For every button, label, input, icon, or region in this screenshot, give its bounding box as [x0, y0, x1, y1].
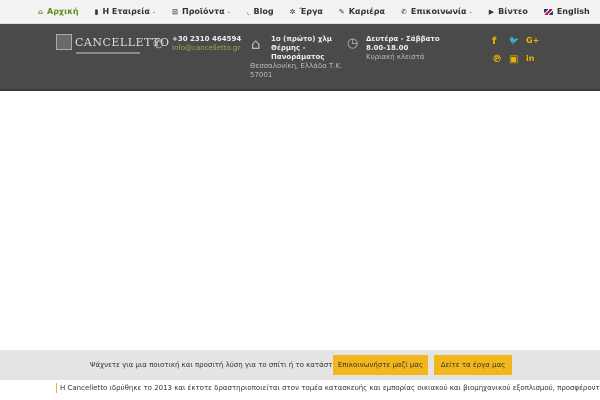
- address-line-4: Θεσσαλονίκη, Ελλάδα Τ.Κ.: [250, 62, 343, 70]
- nav-item-0[interactable]: ⌂ Αρχική: [30, 0, 87, 24]
- logo-mark-icon: [56, 34, 72, 50]
- linkedin-icon[interactable]: in: [526, 54, 534, 63]
- address-line-5: 57001: [250, 71, 273, 79]
- youtube-icon: ▶: [488, 7, 495, 16]
- hours-line-1: Δευτέρα - Σάββατο: [366, 35, 440, 43]
- book-icon: ▮: [94, 7, 99, 16]
- nav-item-label: English: [556, 7, 590, 16]
- nav-item-4[interactable]: ✲ Έργα: [282, 0, 331, 24]
- page: ⌂ Αρχική ▮ Η Εταιρεία ⌄ ⊡ Προϊόντα ⌄ ◟ Blog ✲ Έργα ✎…: [0, 0, 600, 400]
- nav-item-label: Έργα: [299, 7, 323, 16]
- nav-item-label: Προϊόντα: [182, 7, 225, 16]
- nav-item-label: Επικοινωνία: [410, 7, 467, 16]
- address-line-3: Πανοράματος: [271, 53, 325, 61]
- cta-text: Ψάχνετε για μια ποιοτική και προσιτή λύσ…: [90, 361, 364, 369]
- nav-item-7[interactable]: ▶ Βίντεο: [481, 0, 536, 24]
- pencil-icon: ✎: [338, 7, 345, 16]
- home-icon: ⌂: [251, 35, 261, 53]
- facebook-icon[interactable]: f: [492, 36, 496, 47]
- chevron-down-icon: ⌄: [226, 8, 231, 15]
- nav-item-label: Blog: [253, 7, 274, 16]
- gear-icon: ✲: [289, 7, 296, 16]
- logo-tagline-bar: [76, 52, 140, 54]
- contact-us-button[interactable]: Επικοινωνήστε μαζί μας: [333, 355, 428, 375]
- uk-flag-icon: [543, 8, 553, 15]
- pinterest-icon[interactable]: ℗: [492, 54, 502, 65]
- phone-icon: ✆: [153, 37, 164, 52]
- chevron-down-icon: ⌄: [468, 8, 473, 15]
- nav-item-1[interactable]: ▮ Η Εταιρεία ⌄: [87, 0, 165, 24]
- home-icon: ⌂: [38, 7, 44, 16]
- nav-item-8[interactable]: English: [536, 0, 598, 24]
- intro-paragraph: Η Cancelletto ιδρύθηκε το 2013 και έκτοτ…: [56, 383, 600, 393]
- google-plus-icon[interactable]: G+: [526, 36, 539, 45]
- rss-icon: ◟: [246, 7, 250, 16]
- top-navigation: ⌂ Αρχική ▮ Η Εταιρεία ⌄ ⊡ Προϊόντα ⌄ ◟ Blog ✲ Έργα ✎…: [0, 0, 600, 24]
- address-line-2: Θέρμης -: [271, 44, 306, 52]
- cart-icon: ⊡: [172, 7, 178, 16]
- nav-item-label: Η Εταιρεία: [102, 7, 150, 16]
- phone-icon: ✆: [400, 7, 407, 16]
- youtube-icon[interactable]: ▣: [509, 54, 518, 65]
- nav-item-label: Αρχική: [47, 7, 79, 16]
- hours-line-3: Κυριακή κλειστά: [366, 53, 425, 61]
- clock-icon: ◷: [347, 36, 359, 51]
- hours-line-2: 8.00-18.00: [366, 44, 409, 52]
- twitter-icon[interactable]: 🐦: [509, 36, 519, 45]
- view-projects-button[interactable]: Δείτε τα έργα μας: [434, 355, 512, 375]
- nav-item-6[interactable]: ✆ Επικοινωνία ⌄: [393, 0, 481, 24]
- header-email-link[interactable]: info@cancelletto.gr: [172, 44, 240, 53]
- nav-item-5[interactable]: ✎ Καριέρα: [331, 0, 393, 24]
- site-header: CANCELLETTO ✆ +30 2310 464594 info@cance…: [0, 24, 600, 91]
- nav-item-label: Βίντεο: [498, 7, 528, 16]
- chevron-down-icon: ⌄: [151, 8, 157, 15]
- nav-item-3[interactable]: ◟ Blog: [239, 0, 282, 24]
- header-phone[interactable]: +30 2310 464594: [172, 35, 241, 44]
- nav-item-2[interactable]: ⊡ Προϊόντα ⌄: [164, 0, 239, 24]
- nav-item-label: Καριέρα: [348, 7, 385, 16]
- address-line-1: 1ο (πρώτο) χλμ: [271, 35, 332, 43]
